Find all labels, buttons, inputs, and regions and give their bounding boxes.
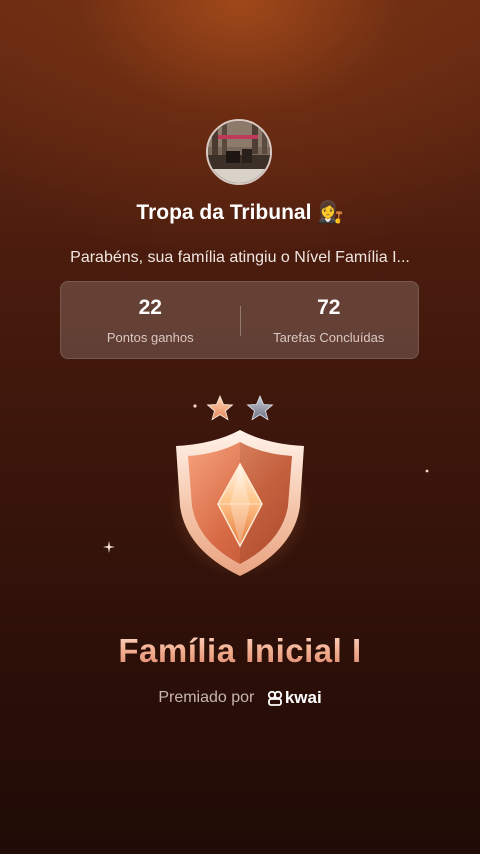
- kwai-logo-icon: [267, 690, 282, 706]
- points-label: Pontos ganhos: [106, 330, 194, 345]
- tasks-stat: 72 Tarefas Concluídas: [240, 282, 419, 358]
- unearned-star-icon: [246, 394, 274, 421]
- sparkle-icon: [193, 404, 197, 408]
- tasks-value: 72: [317, 296, 341, 319]
- brand-name: kwai: [284, 688, 322, 707]
- kwai-logo: kwai: [267, 688, 322, 708]
- judge-emoji-icon: 👩‍⚖️: [317, 200, 344, 224]
- points-value: 22: [138, 296, 162, 319]
- group-avatar[interactable]: [206, 119, 272, 185]
- points-stat: 22 Pontos ganhos: [61, 282, 240, 358]
- awarded-by: Premiado por kwai: [0, 688, 480, 708]
- sparkle-icon: [425, 469, 429, 473]
- congratulations-message: Parabéns, sua família atingiu o Nível Fa…: [70, 249, 410, 266]
- shield-badge-icon: [170, 430, 310, 578]
- sparkle-icon: [103, 541, 115, 553]
- tasks-label: Tarefas Concluídas: [273, 330, 385, 345]
- stats-card: 22 Pontos ganhos 72 Tarefas Concluídas: [60, 281, 419, 359]
- group-name-text: Tropa da Tribunal: [136, 201, 312, 224]
- level-title: Família Inicial I: [0, 632, 480, 670]
- group-title: Tropa da Tribunal 👩‍⚖️: [0, 200, 480, 225]
- level-stars: [206, 394, 274, 421]
- awarded-by-label: Premiado por: [158, 689, 255, 707]
- earned-star-icon: [206, 394, 234, 421]
